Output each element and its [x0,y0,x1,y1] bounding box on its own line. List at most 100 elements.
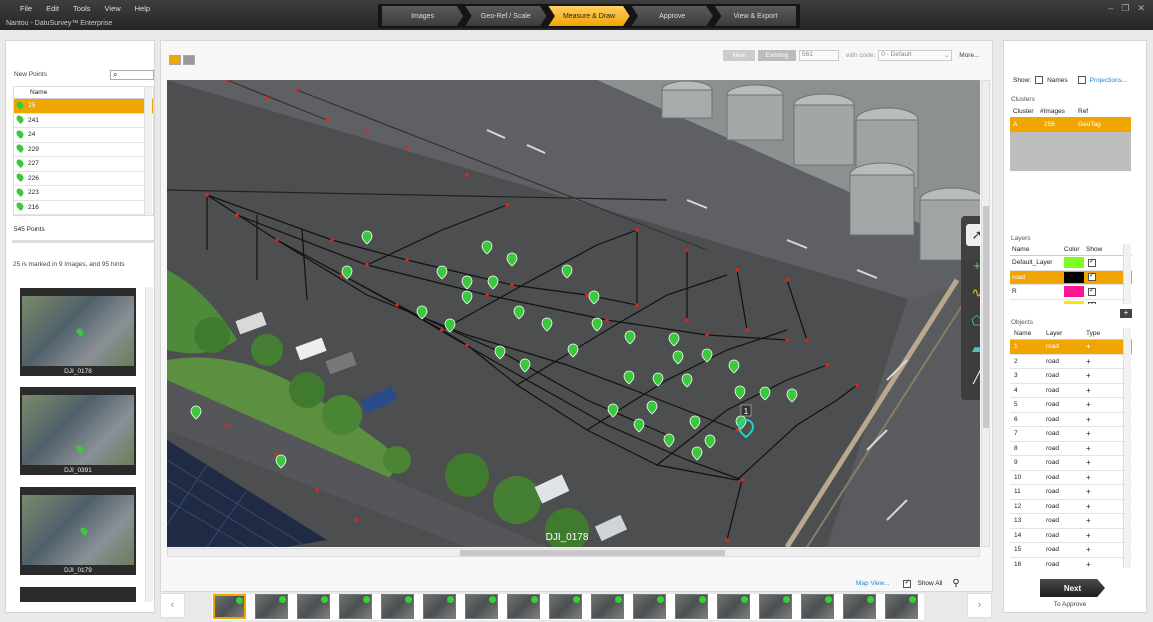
cluster-row[interactable]: A 256 GeoTag [1010,117,1131,132]
filmstrip-thumbnail[interactable] [213,594,246,619]
object-row[interactable]: 14 road + [1010,529,1132,543]
point-row[interactable]: 25 [14,99,153,114]
filmstrip-next-button[interactable]: › [967,593,992,618]
layer-show-checkbox[interactable] [1088,271,1096,282]
object-row[interactable]: 7 road + [1010,427,1132,442]
layer-row[interactable]: R [1010,285,1132,300]
image-thumbnail[interactable]: DJI_0178 [20,288,136,376]
layer-color-swatch[interactable] [1064,300,1084,304]
filmstrip-thumbnail[interactable] [633,594,666,619]
new-button[interactable]: New [723,50,755,61]
vertical-scroll-thumb[interactable] [983,206,989,428]
filmstrip-thumbnail[interactable] [381,594,414,619]
layer-show-checkbox[interactable] [1088,257,1096,267]
projections-checkbox[interactable] [1077,76,1086,84]
zoom-icon[interactable]: ⚲ [952,578,959,589]
minimize-icon[interactable]: – [1108,3,1113,14]
filmstrip-thumbnail[interactable] [591,594,624,619]
layers-scrollbar[interactable] [1123,244,1131,304]
filmstrip-thumbnail[interactable] [759,594,792,619]
points-scrollbar[interactable] [144,87,152,215]
object-row[interactable]: 1 road + [1010,340,1132,355]
step-view-export[interactable]: View & Export [714,6,797,26]
point-search-input[interactable]: ⌕ [110,70,154,80]
step-approve[interactable]: Approve [631,6,713,26]
filmstrip-prev-button[interactable]: ‹ [160,593,185,618]
point-row[interactable]: 241 [14,114,153,128]
filmstrip-thumbnail[interactable] [717,594,750,619]
show-all-checkbox[interactable] [903,578,912,588]
restore-icon[interactable]: ❐ [1121,3,1129,14]
object-row[interactable]: 6 road + [1010,413,1132,427]
filmstrip-thumbnail[interactable] [507,594,540,619]
polyline-tool-icon[interactable]: ∿ [966,282,980,304]
layer-show-checkbox[interactable] [1088,286,1096,296]
layer-color-swatch[interactable] [1064,257,1084,269]
point-row[interactable]: 223 [14,186,153,201]
filmstrip-thumbnail[interactable] [549,594,582,619]
point-row[interactable]: 24 [14,128,153,143]
menu-edit[interactable]: Edit [46,4,59,13]
horizontal-scrollbar[interactable] [167,548,980,557]
step-images[interactable]: Images [382,6,464,26]
projections-link[interactable]: Projections... [1090,77,1128,84]
object-row[interactable]: 4 road + [1010,384,1132,398]
point-row[interactable]: 226 [14,172,153,186]
next-button[interactable]: Next [1040,579,1105,597]
point-row[interactable]: 229 [14,143,153,157]
object-row[interactable]: 8 road + [1010,442,1132,456]
splitter[interactable] [12,240,154,243]
object-row[interactable]: 13 road + [1010,514,1132,529]
object-row[interactable]: 3 road + [1010,369,1132,384]
aerial-image-canvas[interactable]: 1 DJI_0178 ➚ + ∿ ⬠ ▰ ╱ [167,80,980,547]
layer-row[interactable] [1010,300,1132,304]
layer-row[interactable]: road [1010,270,1132,285]
filmstrip-thumbnail[interactable] [465,594,498,619]
image-thumbnail[interactable]: DJI_0179 [20,487,136,575]
layer-color-swatch[interactable] [1064,286,1084,298]
measure-line-tool-icon[interactable]: ╱ [966,366,980,388]
aerial-image[interactable]: 1 DJI_0178 [167,80,980,547]
filmstrip-thumbnail[interactable] [339,594,372,619]
filmstrip-thumbnail[interactable] [297,594,330,619]
surface-tool-icon[interactable]: ▰ [966,338,980,360]
object-row[interactable]: 9 road + [1010,456,1132,471]
step-measure-draw[interactable]: Measure & Draw [548,6,630,26]
point-row[interactable]: 216 [14,201,153,215]
names-checkbox[interactable] [1035,76,1044,84]
object-row[interactable]: 11 road + [1010,485,1132,500]
map-view-link[interactable]: Map View... [856,580,889,587]
filmstrip-thumbnail[interactable] [675,594,708,619]
layer-show-checkbox[interactable] [1088,300,1096,304]
existing-button[interactable]: Existing [758,50,796,61]
code-input[interactable]: 561 [799,50,839,61]
menu-help[interactable]: Help [135,4,150,13]
horizontal-scroll-thumb[interactable] [460,550,725,556]
object-row[interactable]: 5 road + [1010,398,1132,413]
filmstrip-thumbnail[interactable] [423,594,456,619]
layer-color-swatch[interactable] [1064,271,1084,283]
thumbnails-scrollbar[interactable] [145,287,153,602]
more-link[interactable]: More... [959,52,979,59]
step-georef[interactable]: Geo-Ref / Scale [465,6,547,26]
menu-tools[interactable]: Tools [73,4,91,13]
object-row[interactable]: 2 road + [1010,355,1132,369]
pointer-tool-icon[interactable]: ➚ [966,224,980,246]
filmstrip-thumbnail[interactable] [255,594,288,619]
menu-view[interactable]: View [105,4,121,13]
close-icon[interactable]: ✕ [1137,3,1145,14]
object-row[interactable]: 10 road + [1010,471,1132,485]
polygon-tool-icon[interactable]: ⬠ [966,310,980,332]
code-select[interactable]: 0 - Default ⌄ [878,50,953,61]
image-thumbnail[interactable]: DJI_0391 [20,387,136,475]
object-row[interactable]: 16 road + [1010,558,1132,568]
point-tool-icon[interactable]: + [966,254,980,276]
layer-row[interactable]: Default_Layer [1010,256,1132,271]
vertical-scrollbar[interactable] [981,80,990,547]
objects-scrollbar[interactable] [1123,328,1131,568]
filmstrip-thumbnail[interactable] [885,594,918,619]
menu-file[interactable]: File [20,4,32,13]
object-row[interactable]: 15 road + [1010,543,1132,558]
point-row[interactable]: 227 [14,157,153,172]
split-view-icon[interactable] [183,55,195,65]
